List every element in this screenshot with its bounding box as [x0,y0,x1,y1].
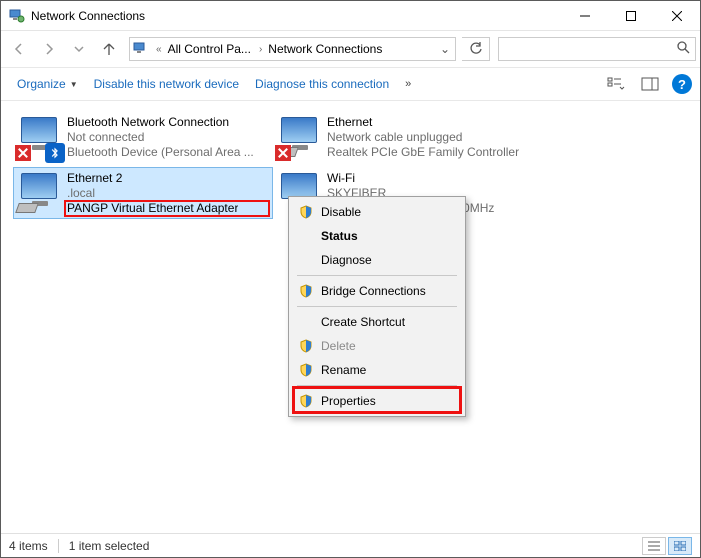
ctx-label: Bridge Connections [315,284,426,298]
breadcrumb-network-connections[interactable]: Network Connections [264,38,388,60]
connection-device: PANGP Virtual Ethernet Adapter [67,201,238,216]
ctx-diagnose[interactable]: Diagnose [291,248,463,272]
ctx-separator [297,306,457,307]
breadcrumb-control-panel[interactable]: All Control Pa... [164,38,257,60]
close-button[interactable] [654,1,700,31]
more-commands-button[interactable]: » [397,78,419,90]
ctx-create-shortcut[interactable]: Create Shortcut [291,310,463,334]
chevron-down-icon: ▼ [70,80,78,89]
disabled-x-icon [275,145,291,161]
ctx-label: Create Shortcut [315,315,405,329]
shield-icon [297,339,315,353]
ctx-label: Delete [315,339,356,353]
preview-pane-button[interactable] [634,72,666,96]
ctx-label: Disable [315,205,361,219]
change-view-button[interactable] [600,72,632,96]
ctx-separator [297,275,457,276]
address-dropdown-icon[interactable]: ⌄ [435,42,455,56]
minimize-button[interactable] [562,1,608,31]
navigation-bar: « All Control Pa... › Network Connection… [1,31,700,67]
ctx-delete: Delete [291,334,463,358]
connection-status: Network cable unplugged [327,130,519,145]
connection-icon [15,113,63,161]
connection-item-bluetooth[interactable]: Bluetooth Network Connection Not connect… [13,111,273,163]
search-input[interactable] [499,42,671,56]
details-view-toggle[interactable] [642,537,666,555]
command-bar: Organize▼ Disable this network device Di… [1,67,700,101]
search-box[interactable] [498,37,696,61]
ctx-rename[interactable]: Rename [291,358,463,382]
connection-name: Wi-Fi [327,171,494,186]
recent-locations-button[interactable] [65,35,93,63]
organize-button[interactable]: Organize▼ [9,73,86,95]
refresh-button[interactable] [462,37,490,61]
status-item-count: 4 items [9,539,48,553]
shield-icon [297,363,315,377]
connection-icon [275,113,323,161]
window-title: Network Connections [31,9,562,23]
disabled-x-icon [15,145,31,161]
app-icon [9,8,25,24]
ctx-label: Diagnose [315,253,372,267]
ctx-disable[interactable]: Disable [291,200,463,224]
breadcrumb-chevron-icon[interactable]: › [257,44,264,55]
address-bar[interactable]: « All Control Pa... › Network Connection… [129,37,456,61]
diagnose-button[interactable]: Diagnose this connection [247,73,397,95]
connection-item-ethernet2[interactable]: Ethernet 2 .local PANGP Virtual Ethernet… [13,167,273,219]
connection-status: .local [67,186,238,201]
location-icon [132,39,152,59]
breadcrumb-sep-icon[interactable]: « [154,44,164,55]
connection-name: Ethernet [327,115,519,130]
forward-button[interactable] [35,35,63,63]
ctx-label: Status [315,229,358,243]
ctx-status[interactable]: Status [291,224,463,248]
connection-status: Not connected [67,130,254,145]
connection-device: Realtek PCIe GbE Family Controller [327,145,519,160]
title-bar: Network Connections [1,1,700,31]
tiles-view-toggle[interactable] [668,537,692,555]
back-button[interactable] [5,35,33,63]
help-button[interactable]: ? [672,74,692,94]
connection-icon [15,169,63,217]
shield-icon [297,205,315,219]
context-menu: Disable Status Diagnose Bridge Connectio… [288,196,466,417]
ctx-bridge[interactable]: Bridge Connections [291,279,463,303]
connection-name: Ethernet 2 [67,171,238,186]
ctx-label: Rename [315,363,366,377]
connection-name: Bluetooth Network Connection [67,115,254,130]
status-divider [58,539,59,553]
bluetooth-badge-icon [45,143,65,163]
status-selected-count: 1 item selected [69,539,150,553]
search-icon[interactable] [671,40,695,59]
connection-item-ethernet[interactable]: Ethernet Network cable unplugged Realtek… [273,111,533,163]
up-button[interactable] [95,35,123,63]
shield-icon [297,284,315,298]
status-bar: 4 items 1 item selected [1,533,700,557]
connection-device: Bluetooth Device (Personal Area ... [67,145,254,160]
maximize-button[interactable] [608,1,654,31]
annotation-highlight-properties [292,386,462,414]
disable-device-button[interactable]: Disable this network device [86,73,247,95]
